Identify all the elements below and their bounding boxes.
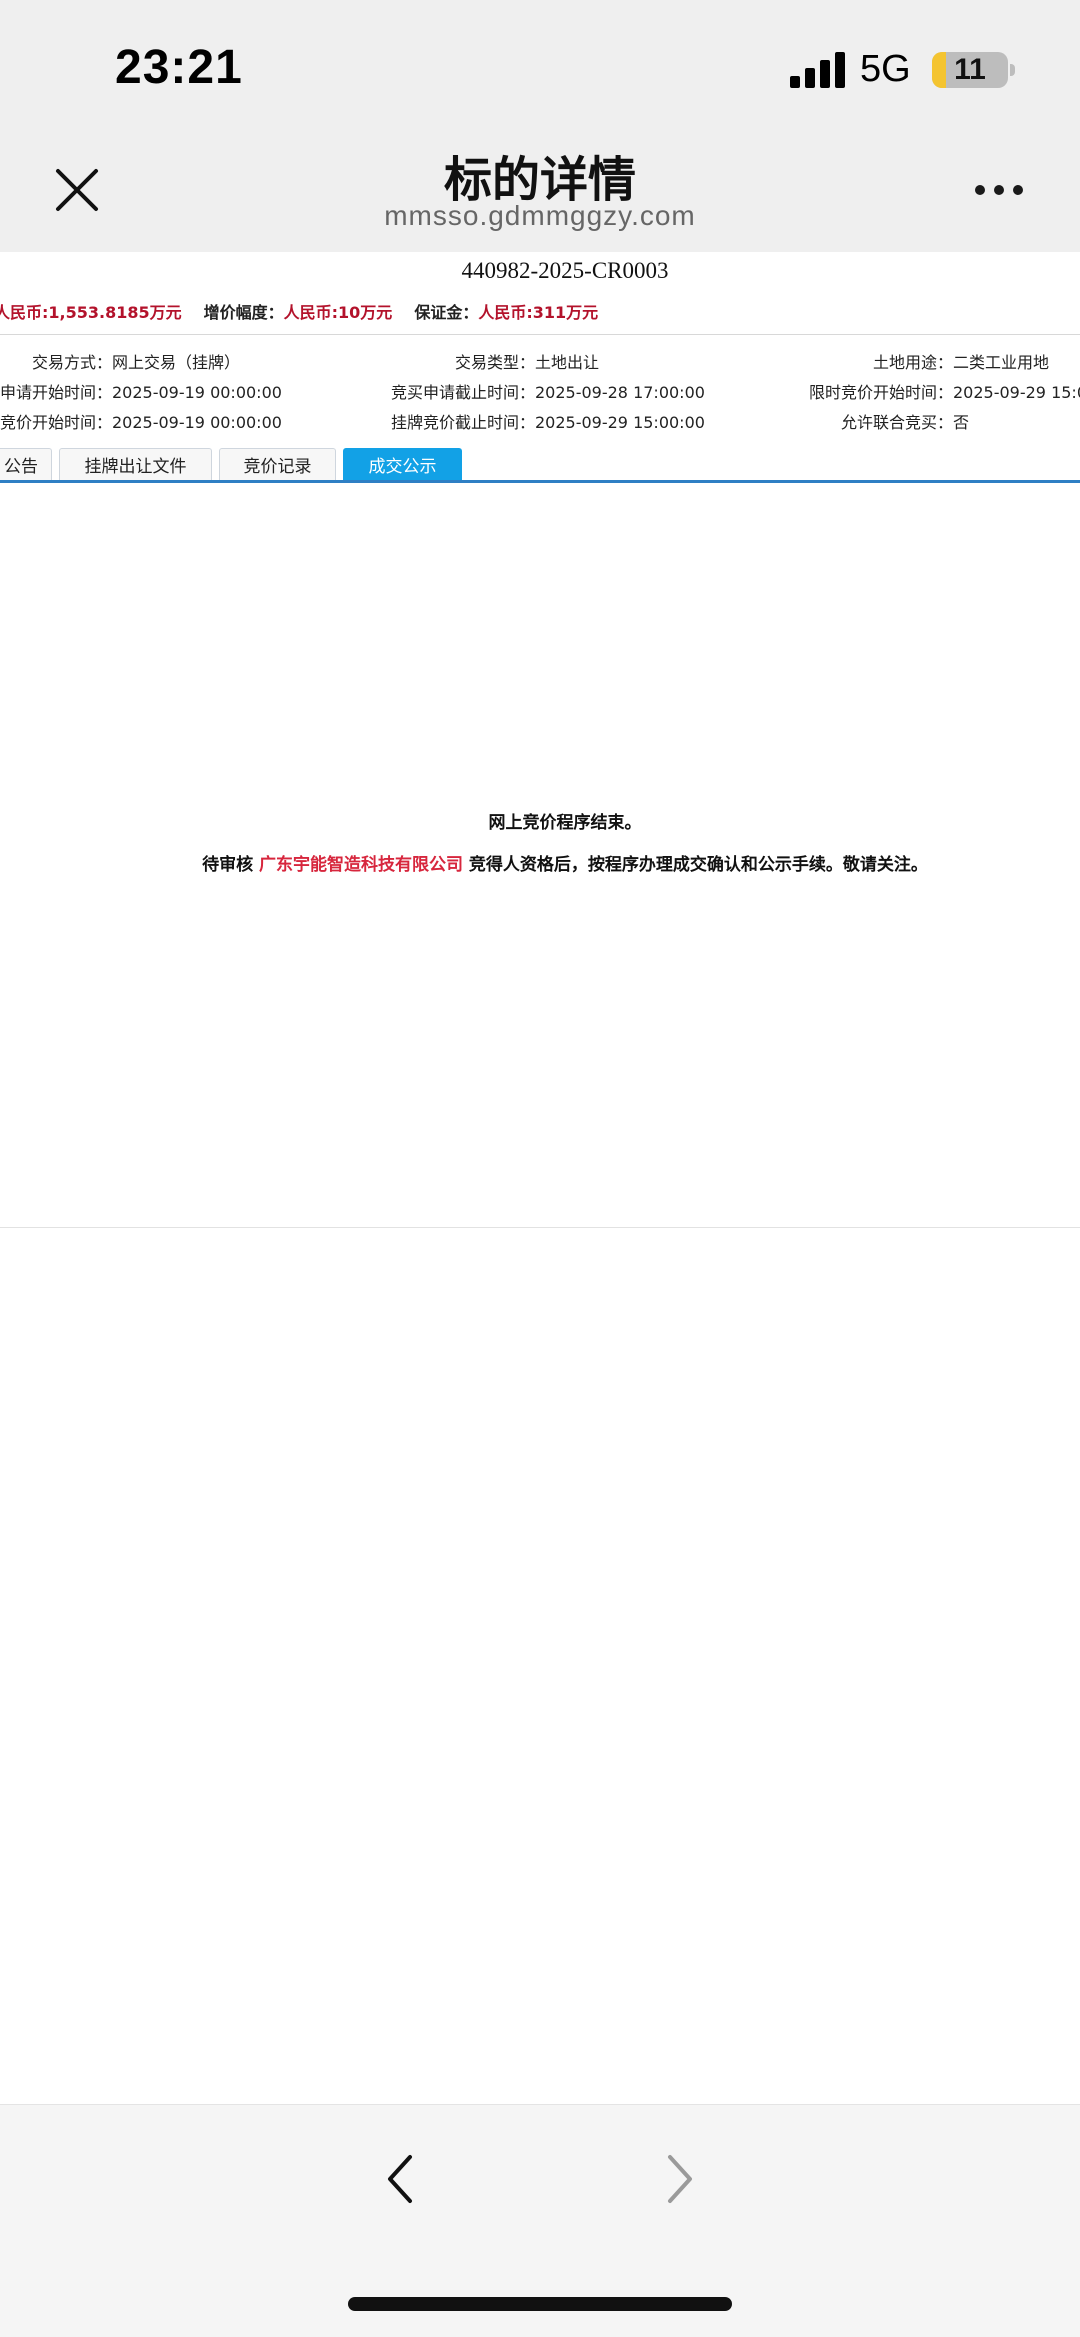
info-cell: 申请开始时间：2025-09-19 00:00:00: [0, 379, 282, 403]
web-content: 440982-2025-CR0003 人民币:1,553.8185万元 增价幅度：…: [0, 252, 1080, 2104]
info-cell: 交易方式：网上交易（挂牌）: [0, 349, 240, 373]
info-label: 允许联合竞买：: [840, 413, 953, 432]
listing-code: 440982-2025-CR0003: [461, 258, 669, 283]
page-url: mmsso.gdmmggzy.com: [384, 200, 696, 231]
info-cell: 限时竞价开始时间：2025-09-29 15:0: [767, 379, 1080, 403]
price-line: 人民币:1,553.8185万元 增价幅度：人民币:10万元 保证金：人民币:311…: [0, 299, 598, 323]
network-type: 5G: [860, 48, 911, 90]
result-message: 待审核 广东宇能智造科技有限公司 竞得人资格后，按程序办理成交确认和公示手续。敬…: [0, 850, 1080, 875]
home-indicator[interactable]: [348, 2297, 732, 2311]
chevron-right-icon[interactable]: [660, 2149, 700, 2209]
info-label: 竞买申请截止时间：: [390, 383, 535, 402]
info-value: 2025-09-19 00:00:00: [112, 413, 282, 432]
result-prefix: 待审核: [202, 855, 259, 875]
info-value: 网上交易（挂牌）: [112, 353, 241, 372]
more-dot: [1013, 185, 1023, 195]
result-title: 网上竞价程序结束。: [488, 813, 642, 833]
more-icon[interactable]: [975, 175, 1027, 205]
info-label: 交易类型：: [454, 353, 535, 372]
info-value: 土地出让: [535, 353, 600, 372]
info-cell: 交易类型：土地出让: [355, 349, 599, 373]
tab-announcement[interactable]: 公告: [0, 448, 52, 480]
deposit-value: 人民币:311万元: [478, 303, 599, 322]
more-dot: [994, 185, 1004, 195]
increment-value: 人民币:10万元: [283, 303, 393, 322]
tab-listing-documents[interactable]: 挂牌出让文件: [59, 448, 212, 480]
info-label: 交易方式：: [31, 353, 112, 372]
battery-cap: [1010, 64, 1015, 76]
info-value: 2025-09-29 15:0: [953, 383, 1080, 402]
battery-percent: 11: [954, 53, 986, 86]
tab-bid-records[interactable]: 竞价记录: [219, 448, 336, 480]
info-label: 限时竞价开始时间：: [808, 383, 953, 402]
info-value: 2025-09-28 17:00:00: [535, 383, 705, 402]
result-suffix: 竞得人资格后，按程序办理成交确认和公示手续。敬请关注。: [463, 855, 928, 875]
info-value: 二类工业用地: [953, 353, 1050, 372]
tab-underline: [0, 480, 1080, 483]
tab-deal-announcement[interactable]: 成交公示: [343, 448, 462, 480]
info-cell: 土地用途：二类工业用地: [767, 349, 1049, 373]
info-cell: 竞买申请截止时间：2025-09-28 17:00:00: [355, 379, 705, 403]
info-label: 竞价开始时间：: [0, 413, 113, 432]
battery-icon: 11: [932, 52, 1008, 88]
increment-label: 增价幅度：: [203, 303, 284, 322]
info-value: 否: [953, 413, 970, 432]
divider: [0, 1227, 1080, 1228]
info-cell: 挂牌竞价截止时间：2025-09-29 15:00:00: [355, 409, 705, 433]
divider: [0, 334, 1080, 335]
info-value: 2025-09-29 15:00:00: [535, 413, 705, 432]
info-label: 土地用途：: [872, 353, 953, 372]
tab-bar: 公告 挂牌出让文件 竞价记录 成交公示: [0, 448, 1080, 736]
info-row: 申请开始时间：2025-09-19 00:00:00 竞买申请截止时间：2025…: [0, 379, 1080, 403]
chevron-left-icon[interactable]: [380, 2149, 420, 2209]
info-cell: 竞价开始时间：2025-09-19 00:00:00: [0, 409, 282, 433]
winning-company: 广东宇能智造科技有限公司: [259, 855, 463, 875]
start-price-value: 人民币:1,553.8185万元: [0, 303, 182, 322]
status-time: 23:21: [115, 41, 243, 94]
info-label: 挂牌竞价截止时间：: [390, 413, 535, 432]
info-row: 竞价开始时间：2025-09-19 00:00:00 挂牌竞价截止时间：2025…: [0, 409, 1080, 433]
info-label: 申请开始时间：: [0, 383, 113, 402]
info-cell: 允许联合竞买：否: [767, 409, 969, 433]
deposit-label: 保证金：: [414, 303, 479, 322]
more-dot: [975, 185, 985, 195]
signal-icon: [790, 52, 845, 88]
info-row: 交易方式：网上交易（挂牌） 交易类型：土地出让 土地用途：二类工业用地: [0, 349, 1080, 373]
info-value: 2025-09-19 00:00:00: [112, 383, 282, 402]
top-chrome: 23:21 5G 11 标的详情 mmsso.gdmmggzy.com: [0, 0, 1080, 252]
bottom-toolbar: [0, 2104, 1080, 2337]
